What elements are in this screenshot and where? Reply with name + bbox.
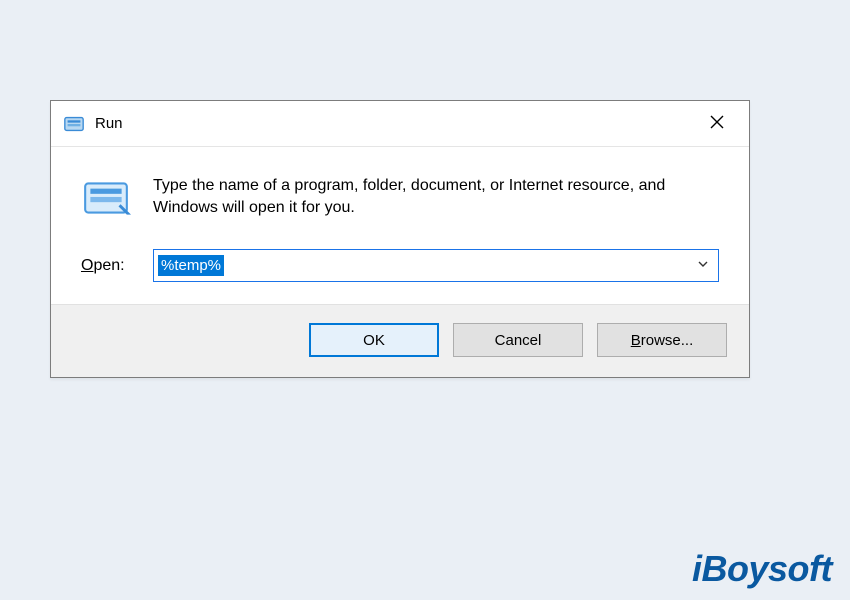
close-button[interactable] <box>697 104 737 144</box>
cancel-button[interactable]: Cancel <box>453 323 583 357</box>
run-large-icon <box>81 173 131 223</box>
browse-button-label: Browse... <box>631 332 694 349</box>
description-text: Type the name of a program, folder, docu… <box>153 173 719 220</box>
description-row: Type the name of a program, folder, docu… <box>81 173 719 223</box>
close-icon <box>709 114 725 134</box>
ok-button-label: OK <box>363 332 385 349</box>
cancel-button-label: Cancel <box>495 332 542 349</box>
open-row: Open: %temp% <box>81 249 719 282</box>
open-combobox[interactable]: %temp% <box>153 249 719 282</box>
ok-button[interactable]: OK <box>309 323 439 357</box>
run-dialog: Run Type the name of a program, folder, … <box>50 100 750 378</box>
browse-button[interactable]: Browse... <box>597 323 727 357</box>
dialog-title: Run <box>95 115 123 132</box>
open-input-value: %temp% <box>158 255 224 277</box>
watermark-logo: iBoysoft <box>692 548 832 590</box>
chevron-down-icon <box>697 257 709 274</box>
dialog-body: Type the name of a program, folder, docu… <box>51 147 749 282</box>
open-label: Open: <box>81 257 153 275</box>
combobox-dropdown-button[interactable] <box>694 257 712 274</box>
titlebar: Run <box>51 101 749 147</box>
run-icon <box>63 113 85 135</box>
button-row: OK Cancel Browse... <box>51 304 749 377</box>
